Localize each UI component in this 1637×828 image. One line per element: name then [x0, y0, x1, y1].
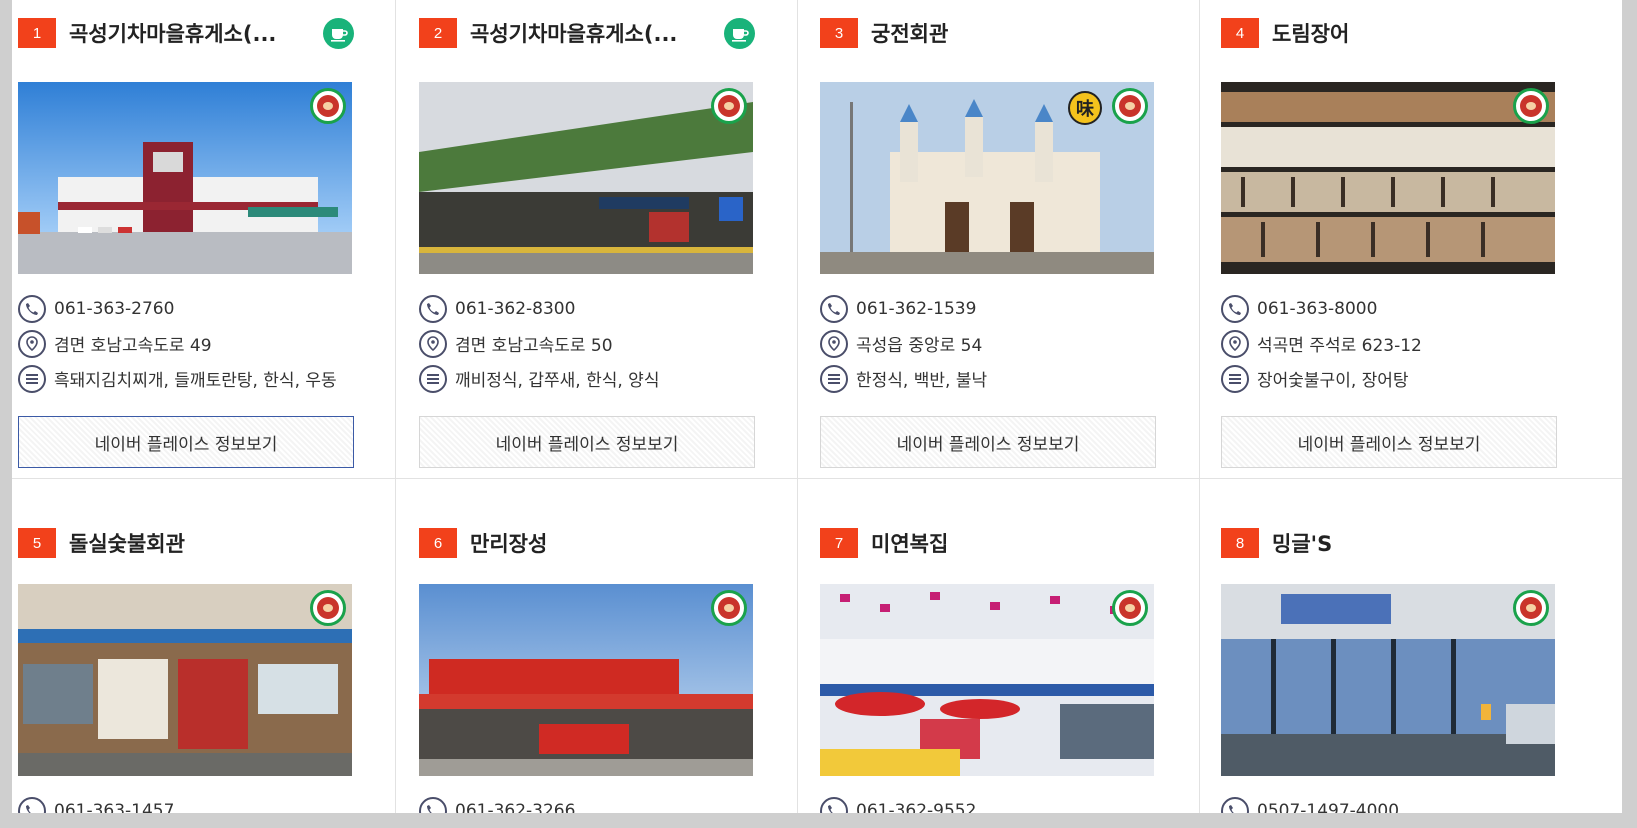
restaurant-name[interactable]: 곡성기차마을휴게소(...: [470, 18, 677, 48]
phone-icon: [419, 796, 447, 813]
rank-badge: 8: [1221, 528, 1259, 558]
recommended-badge-icon: [310, 590, 346, 626]
restaurant-card: 4 도림장어 061-363-8000 석곡면 주석로 623-12 장어숯불구…: [1221, 14, 1557, 468]
restaurant-card: 2 곡성기차마을휴게소(... 061-362-8300 겸면 호남고속도로 5…: [419, 14, 755, 468]
restaurant-card: 7 미연복집 061-362-9552: [820, 524, 1156, 813]
restaurant-photo[interactable]: [1221, 584, 1555, 776]
restaurant-card: 3 궁전회관 味 061-362-1539 곡성읍 중앙로 54 한정식, 백반…: [820, 14, 1156, 468]
rank-badge: 5: [18, 528, 56, 558]
rank-badge: 3: [820, 18, 858, 48]
restaurant-name[interactable]: 도림장어: [1272, 18, 1349, 48]
phone-number[interactable]: 061-363-8000: [1257, 299, 1377, 319]
naver-place-button[interactable]: 네이버 플레이스 정보보기: [18, 416, 354, 468]
menu-items: 한정식, 백반, 불낙: [856, 371, 988, 391]
recommended-badge-icon: [711, 88, 747, 124]
address: 석곡면 주석로 623-12: [1257, 336, 1422, 356]
coffee-cup-icon: [323, 18, 354, 49]
row-divider: [12, 478, 1622, 479]
recommended-badge-icon: [1112, 590, 1148, 626]
column-divider: [395, 0, 396, 813]
restaurant-photo[interactable]: 味: [820, 82, 1154, 274]
location-pin-icon: [18, 329, 46, 358]
restaurant-list: 1 곡성기차마을휴게소(... 061-363-2760 겸면 호남고속도로 4…: [12, 0, 1622, 813]
rank-badge: 1: [18, 18, 56, 48]
phone-number[interactable]: 061-363-1457: [54, 801, 174, 814]
restaurant-photo[interactable]: [18, 584, 352, 776]
restaurant-name[interactable]: 미연복집: [871, 528, 948, 558]
menu-list-icon: [18, 364, 46, 393]
phone-icon: [820, 294, 848, 323]
phone-icon: [18, 796, 46, 813]
location-pin-icon: [419, 329, 447, 358]
restaurant-card: 8 밍글'S 0507-1497-4000: [1221, 524, 1557, 813]
menu-list-icon: [820, 364, 848, 393]
phone-number[interactable]: 061-362-8300: [455, 299, 575, 319]
page-frame: 1 곡성기차마을휴게소(... 061-363-2760 겸면 호남고속도로 4…: [0, 0, 1637, 828]
rank-badge: 2: [419, 18, 457, 48]
coffee-cup-icon: [724, 18, 755, 49]
recommended-badge-icon: [1513, 88, 1549, 124]
recommended-badge-icon: [711, 590, 747, 626]
restaurant-card: 5 돌실숯불회관 061-363-1457: [18, 524, 354, 813]
page-bottom-gutter: [0, 813, 1637, 828]
rank-badge: 7: [820, 528, 858, 558]
location-pin-icon: [1221, 329, 1249, 358]
naver-place-button[interactable]: 네이버 플레이스 정보보기: [419, 416, 755, 468]
restaurant-card: 1 곡성기차마을휴게소(... 061-363-2760 겸면 호남고속도로 4…: [18, 14, 354, 468]
restaurant-photo[interactable]: [820, 584, 1154, 776]
recommended-badge-icon: [310, 88, 346, 124]
naver-place-button[interactable]: 네이버 플레이스 정보보기: [1221, 416, 1557, 468]
address: 곡성읍 중앙로 54: [856, 336, 983, 356]
phone-number[interactable]: 061-363-2760: [54, 299, 174, 319]
restaurant-name[interactable]: 밍글'S: [1272, 528, 1332, 558]
menu-list-icon: [419, 364, 447, 393]
naver-place-button[interactable]: 네이버 플레이스 정보보기: [820, 416, 1156, 468]
phone-icon: [419, 294, 447, 323]
menu-items: 깨비정식, 갑쭈새, 한식, 양식: [455, 371, 660, 391]
menu-items: 장어숯불구이, 장어탕: [1257, 371, 1409, 391]
restaurant-photo[interactable]: [1221, 82, 1555, 274]
phone-icon: [820, 796, 848, 813]
phone-number[interactable]: 061-362-3266: [455, 801, 575, 814]
restaurant-name[interactable]: 만리장성: [470, 528, 547, 558]
phone-icon: [1221, 796, 1249, 813]
phone-icon: [1221, 294, 1249, 323]
recommended-badge-icon: [1513, 590, 1549, 626]
phone-number[interactable]: 0507-1497-4000: [1257, 801, 1399, 814]
address: 겸면 호남고속도로 50: [455, 336, 613, 356]
restaurant-card: 6 만리장성 061-362-3266: [419, 524, 755, 813]
column-divider: [1199, 0, 1200, 813]
rank-badge: 6: [419, 528, 457, 558]
address: 겸면 호남고속도로 49: [54, 336, 212, 356]
restaurant-photo[interactable]: [18, 82, 352, 274]
recommended-badge-icon: [1112, 88, 1148, 124]
phone-number[interactable]: 061-362-9552: [856, 801, 976, 814]
phone-icon: [18, 294, 46, 323]
menu-items: 흑돼지김치찌개, 들깨토란탕, 한식, 우동: [54, 371, 337, 391]
restaurant-name[interactable]: 궁전회관: [871, 18, 948, 48]
restaurant-photo[interactable]: [419, 584, 753, 776]
location-pin-icon: [820, 329, 848, 358]
restaurant-name[interactable]: 돌실숯불회관: [69, 528, 185, 558]
taste-badge-icon: 味: [1068, 91, 1102, 125]
restaurant-photo[interactable]: [419, 82, 753, 274]
column-divider: [797, 0, 798, 813]
restaurant-name[interactable]: 곡성기차마을휴게소(...: [69, 18, 276, 48]
phone-number[interactable]: 061-362-1539: [856, 299, 976, 319]
menu-list-icon: [1221, 364, 1249, 393]
rank-badge: 4: [1221, 18, 1259, 48]
